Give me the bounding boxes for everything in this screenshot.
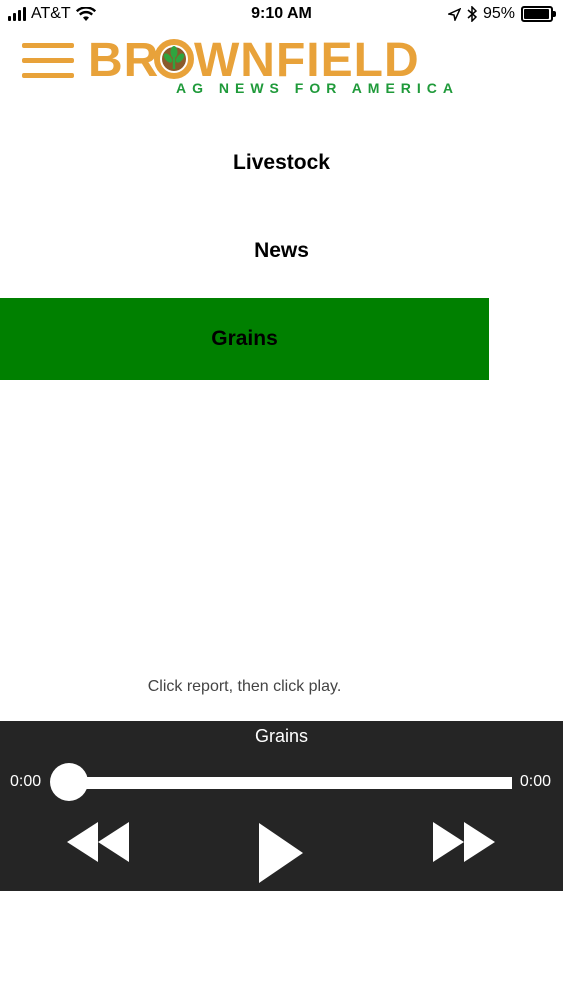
- svg-text:BR: BR: [88, 34, 159, 84]
- current-time: 0:00: [10, 773, 42, 790]
- player-title: Grains: [254, 726, 308, 746]
- category-label: Livestock: [233, 151, 330, 174]
- category-news[interactable]: News: [0, 210, 563, 292]
- audio-player: Grains 0:00 0:00: [0, 721, 563, 891]
- bluetooth-icon: [467, 6, 477, 22]
- hamburger-icon[interactable]: [22, 41, 74, 81]
- svg-text:WNFIELD: WNFIELD: [194, 34, 420, 84]
- category-label: News: [254, 239, 309, 262]
- battery-percent: 95%: [482, 5, 515, 22]
- status-right: 95%: [447, 5, 556, 23]
- battery-icon: [521, 6, 556, 22]
- location-icon: [447, 7, 461, 21]
- brownfield-logo[interactable]: BR WNFIELD AG NEWS FOR AMERICA: [88, 34, 453, 96]
- hint-text: Click report, then click play.: [147, 678, 342, 695]
- progress-knob[interactable]: [50, 763, 88, 801]
- total-time: 0:00: [519, 773, 551, 790]
- app-header: BR WNFIELD AG NEWS FOR AMERICA: [0, 34, 563, 102]
- status-bar: AT&T 9:10 AM 95%: [0, 0, 563, 30]
- play-icon[interactable]: [259, 823, 303, 883]
- category-label: Grains: [211, 327, 278, 350]
- fast-forward-icon[interactable]: [433, 822, 495, 862]
- category-grains[interactable]: Grains: [0, 298, 489, 380]
- logo-tagline: AG NEWS FOR AMERICA: [176, 80, 460, 96]
- category-livestock[interactable]: Livestock: [0, 122, 563, 204]
- rewind-icon[interactable]: [67, 822, 129, 862]
- logo-wordmark: BR WNFIELD: [88, 34, 420, 87]
- progress-track[interactable]: [60, 777, 512, 789]
